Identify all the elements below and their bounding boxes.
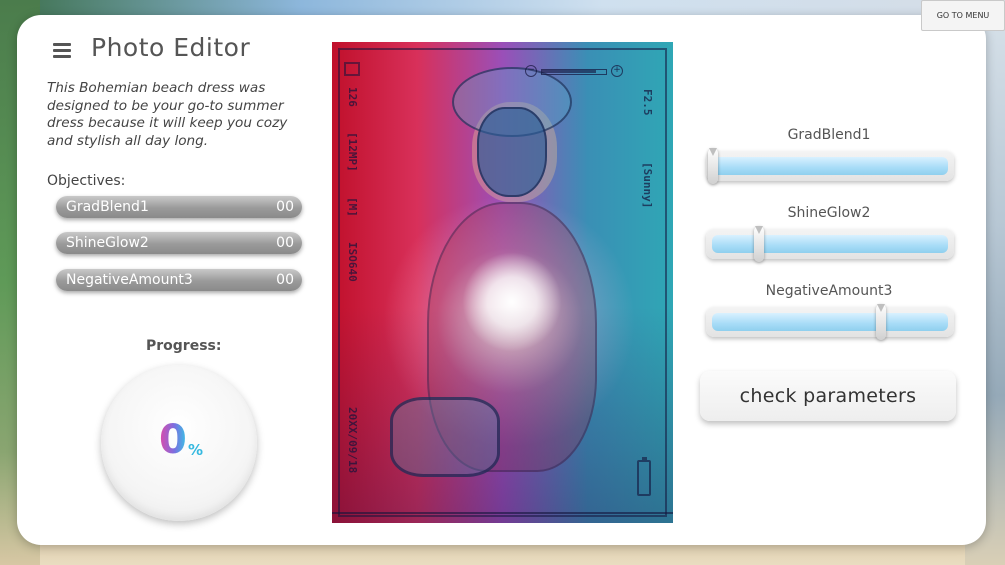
progress-unit: %: [188, 441, 204, 459]
progress-value: 0: [159, 417, 187, 463]
slider-handle[interactable]: [754, 226, 764, 262]
objective-name: GradBlend1: [66, 199, 149, 215]
objective-name: NegativeAmount3: [66, 272, 193, 288]
objectives-title: Objectives:: [47, 173, 126, 189]
zoom-track: [541, 69, 607, 75]
camera-frame: [338, 48, 667, 517]
zoom-indicator: − +: [525, 65, 625, 77]
item-description: This Bohemian beach dress was designed t…: [47, 80, 288, 149]
camera-bottom-line: [332, 512, 673, 514]
hamburger-menu-icon[interactable]: [53, 42, 71, 58]
camera-white-balance: [Sunny]: [641, 162, 654, 209]
slider-handle[interactable]: [708, 148, 718, 184]
slider-fill: [712, 235, 948, 253]
camera-mode-icon: [344, 62, 360, 76]
slider-gradblend1[interactable]: [706, 148, 954, 184]
camera-shots-remaining: 126: [346, 87, 359, 107]
objective-negativeamount3: NegativeAmount3 00: [56, 269, 302, 291]
progress-dial: 0 %: [101, 365, 257, 521]
photo-preview: − + 126 [12MP] [M] ISO640 F2.5 [Sunny] 2…: [332, 42, 673, 523]
slider-label-gradblend1: GradBlend1: [787, 127, 871, 143]
zoom-in-icon: +: [611, 65, 623, 77]
camera-resolution: [12MP]: [346, 132, 359, 172]
objective-value: 00: [276, 235, 294, 251]
go-to-menu-button[interactable]: GO TO MENU: [921, 0, 1005, 31]
objective-shineglow2: ShineGlow2 00: [56, 232, 302, 254]
objective-name: ShineGlow2: [66, 235, 149, 251]
slider-fill: [712, 157, 948, 175]
objective-gradblend1: GradBlend1 00: [56, 196, 302, 218]
slider-fill: [712, 313, 948, 331]
hamburger-line: [53, 49, 71, 52]
slider-shineglow2[interactable]: [706, 226, 954, 262]
slider-handle[interactable]: [876, 304, 886, 340]
battery-icon: [637, 457, 651, 496]
camera-iso: ISO640: [346, 242, 359, 282]
slider-label-shineglow2: ShineGlow2: [787, 205, 871, 221]
check-parameters-button[interactable]: check parameters: [700, 371, 956, 421]
page-title: Photo Editor: [91, 33, 251, 62]
camera-mode: [M]: [346, 197, 359, 217]
slider-negativeamount3[interactable]: [706, 304, 954, 340]
zoom-out-icon: −: [525, 65, 537, 77]
camera-date: 20XX/09/18: [346, 407, 359, 474]
slider-label-negativeamount3: NegativeAmount3: [765, 283, 893, 299]
hamburger-line: [53, 43, 71, 46]
hamburger-line: [53, 55, 71, 58]
progress-label: Progress:: [146, 338, 222, 354]
zoom-fill: [542, 70, 596, 73]
objective-value: 00: [276, 199, 294, 215]
objective-value: 00: [276, 272, 294, 288]
camera-aperture: F2.5: [641, 89, 654, 116]
